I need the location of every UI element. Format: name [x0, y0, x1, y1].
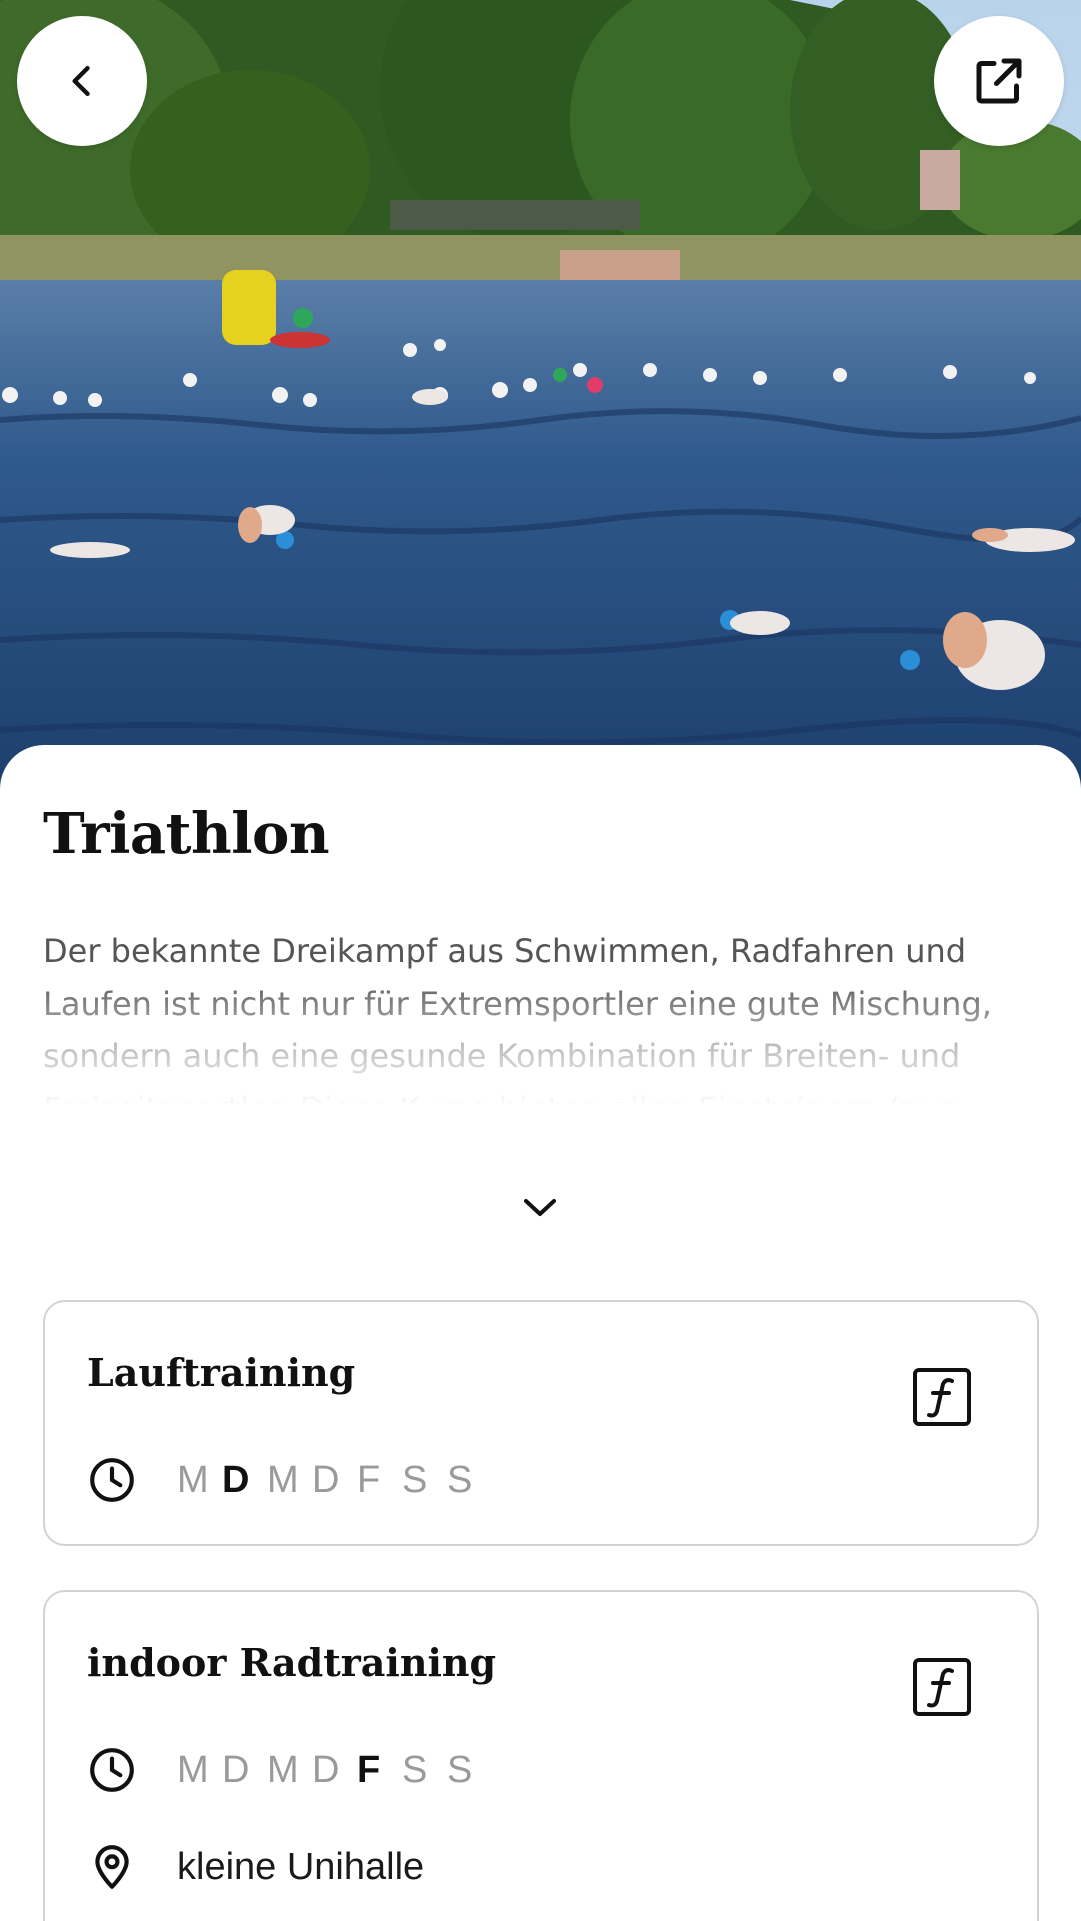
weekday: D [312, 1458, 340, 1501]
page-title: Triathlon [43, 801, 330, 867]
weekday: F [357, 1458, 381, 1501]
weekday: S [447, 1748, 473, 1791]
course-card[interactable]: Lauftraining M D M D F S S [43, 1300, 1039, 1546]
weekday: M [177, 1458, 209, 1501]
description-container: Der bekannte Dreikampf aus Schwimmen, Ra… [43, 925, 1043, 1103]
location-row: kleine Unihalle [87, 1842, 424, 1892]
function-icon[interactable] [913, 1658, 971, 1716]
open-external-button[interactable] [934, 16, 1064, 146]
schedule-row: M D M D F S S [87, 1455, 492, 1505]
weekday: M [177, 1748, 209, 1791]
hero-image [0, 0, 1081, 790]
weekday: S [402, 1458, 428, 1501]
back-button[interactable] [17, 16, 147, 146]
course-title: Lauftraining [87, 1350, 356, 1395]
weekday-list: M D M D F S S [177, 1749, 492, 1792]
weekday: M [267, 1458, 299, 1501]
location-pin-icon [87, 1842, 137, 1892]
description-text: Der bekannte Dreikampf aus Schwimmen, Ra… [43, 932, 992, 1103]
weekday: D [312, 1748, 340, 1791]
weekday: S [402, 1748, 428, 1791]
function-icon[interactable] [913, 1368, 971, 1426]
expand-description-button[interactable] [510, 1185, 570, 1235]
location-text: kleine Unihalle [177, 1845, 425, 1888]
course-card[interactable]: indoor Radtraining M D M D F S S kleine … [43, 1590, 1039, 1921]
weekday-active: F [357, 1748, 381, 1791]
open-external-icon [969, 51, 1029, 111]
weekday-active: D [222, 1458, 250, 1501]
weekday: D [222, 1748, 250, 1791]
chevron-left-icon [60, 59, 104, 103]
weekday-list: M D M D F S S [177, 1459, 492, 1502]
clock-icon [87, 1455, 137, 1505]
chevron-down-icon [522, 1197, 558, 1224]
schedule-row: M D M D F S S [87, 1745, 492, 1795]
weekday: M [267, 1748, 299, 1791]
course-title: indoor Radtraining [87, 1640, 497, 1685]
clock-icon [87, 1745, 137, 1795]
weekday: S [447, 1458, 473, 1501]
